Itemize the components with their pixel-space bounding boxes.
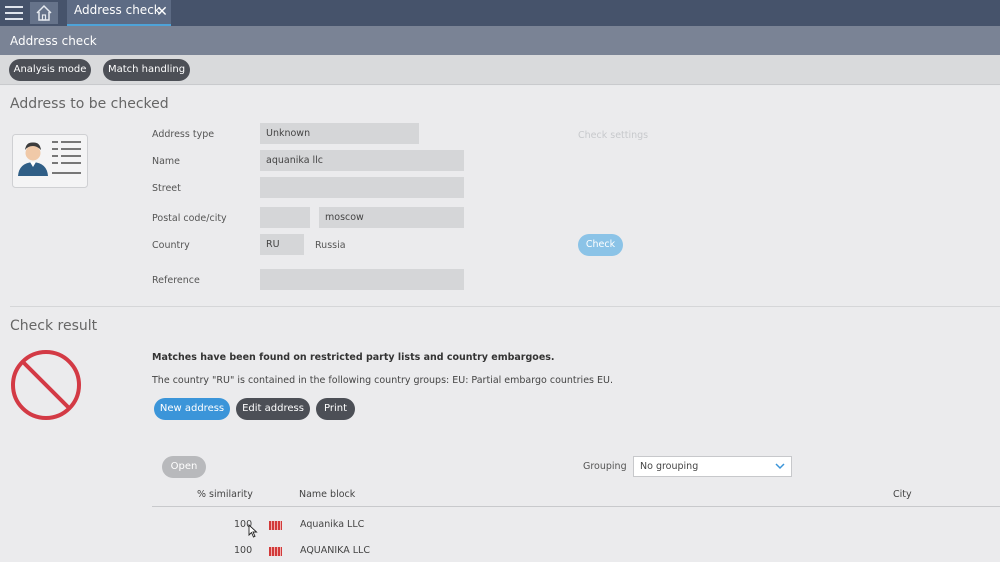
- page-title: Address check: [10, 34, 97, 48]
- check-button[interactable]: Check: [578, 234, 623, 256]
- prohibited-icon: [11, 350, 81, 420]
- edit-address-button[interactable]: Edit address: [236, 398, 310, 420]
- name-cell: Aquanika LLC: [300, 519, 365, 530]
- chevron-down-icon: [775, 463, 785, 470]
- analysis-mode-button[interactable]: Analysis mode: [9, 59, 91, 81]
- street-label: Street: [152, 183, 181, 194]
- address-type-select[interactable]: Unknown: [260, 123, 419, 144]
- top-bar: Address check ✕: [0, 0, 1000, 26]
- home-icon: [36, 4, 52, 21]
- postal-city-label: Postal code/city: [152, 213, 227, 224]
- open-button[interactable]: Open: [162, 456, 206, 478]
- check-settings-link[interactable]: Check settings: [578, 130, 648, 141]
- menu-icon[interactable]: [3, 3, 25, 23]
- city-input[interactable]: moscow: [319, 207, 464, 228]
- main-content: Address to be checked Address type Unkno…: [0, 86, 1000, 562]
- print-button[interactable]: Print: [316, 398, 355, 420]
- title-bar: Address check: [0, 26, 1000, 55]
- column-name-block[interactable]: Name block: [299, 489, 355, 500]
- country-label: Country: [152, 240, 190, 251]
- list-flag-icon: [269, 521, 282, 530]
- match-handling-button[interactable]: Match handling: [103, 59, 190, 81]
- name-cell: AQUANIKA LLC: [300, 545, 370, 556]
- column-similarity[interactable]: % similarity: [197, 489, 253, 500]
- result-message: Matches have been found on restricted pa…: [152, 352, 555, 363]
- close-icon[interactable]: ✕: [155, 3, 169, 21]
- address-type-label: Address type: [152, 129, 215, 140]
- reference-input[interactable]: [260, 269, 464, 290]
- name-label: Name: [152, 156, 181, 167]
- grouping-label: Grouping: [583, 461, 627, 472]
- table-header-divider: [152, 506, 1000, 507]
- column-city[interactable]: City: [893, 489, 912, 500]
- list-flag-icon: [269, 547, 282, 556]
- result-detail: The country "RU" is contained in the fol…: [152, 375, 613, 386]
- tab-address-check[interactable]: Address check ✕: [67, 0, 171, 26]
- country-name: Russia: [315, 240, 346, 251]
- street-input[interactable]: [260, 177, 464, 198]
- address-section-title: Address to be checked: [10, 96, 169, 112]
- tab-label: Address check: [74, 3, 161, 17]
- grouping-value: No grouping: [640, 461, 699, 472]
- mouse-cursor-icon: [248, 524, 258, 538]
- postal-code-input[interactable]: [260, 207, 310, 228]
- id-card-icon: [12, 134, 88, 188]
- result-section-title: Check result: [10, 318, 98, 334]
- toolbar: Analysis mode Match handling: [0, 55, 1000, 85]
- country-code-input[interactable]: RU: [260, 234, 304, 255]
- new-address-button[interactable]: New address: [154, 398, 230, 420]
- similarity-cell: 100: [234, 545, 253, 556]
- name-input[interactable]: aquanika llc: [260, 150, 464, 171]
- reference-label: Reference: [152, 275, 200, 286]
- home-button[interactable]: [30, 2, 58, 24]
- section-divider: [10, 306, 1000, 307]
- grouping-select[interactable]: No grouping: [633, 456, 792, 477]
